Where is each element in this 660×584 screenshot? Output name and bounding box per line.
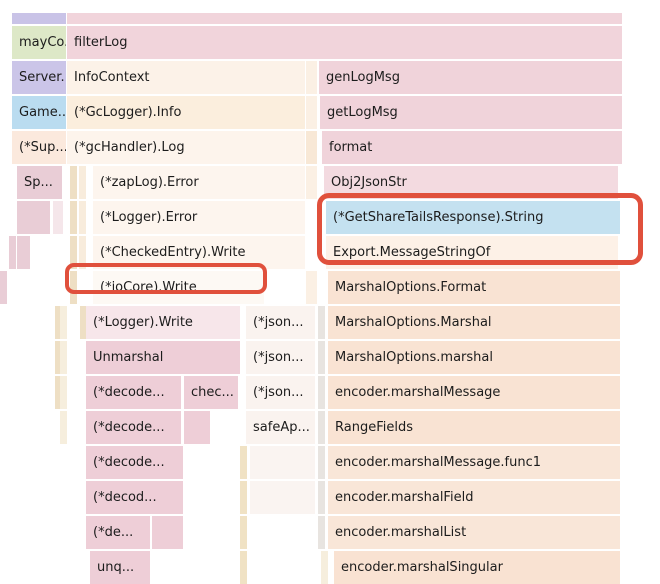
flame-cell-checkedentry-write[interactable]: (*CheckedEntry).Write xyxy=(93,236,305,269)
flame-cell-encoder-marshalfield[interactable]: encoder.marshalField xyxy=(328,481,620,514)
flame-cell-unmarshal[interactable]: Unmarshal xyxy=(86,341,240,374)
flame-cell-zaplog-error[interactable]: (*zapLog).Error xyxy=(93,166,305,199)
flame-cell-sp[interactable]: Sp... xyxy=(17,166,62,199)
flame-frame-sliver[interactable] xyxy=(152,516,183,549)
flame-frame-sliver[interactable] xyxy=(53,201,63,234)
flame-frame-sliver[interactable] xyxy=(60,376,67,409)
flame-frame-sliver[interactable] xyxy=(60,306,67,339)
flame-cell-encoder-marshalmessage-func1[interactable]: encoder.marshalMessage.func1 xyxy=(328,446,620,479)
flame-cell-format[interactable]: format xyxy=(322,131,622,164)
flame-frame-sliver[interactable] xyxy=(250,446,315,479)
flame-cell-obj2jsonstr[interactable]: Obj2JsonStr xyxy=(324,166,618,199)
flame-frame-sliver[interactable] xyxy=(318,446,325,479)
flame-cell-gchandler-log[interactable]: (*gcHandler).Log xyxy=(67,131,305,164)
flame-cell-rangefields[interactable]: RangeFields xyxy=(328,411,620,444)
flame-frame-sliver[interactable] xyxy=(9,236,16,269)
flame-frame-sliver[interactable] xyxy=(240,516,247,549)
flame-frame-sliver[interactable] xyxy=(306,131,317,164)
flame-cell-infocontext[interactable]: InfoContext xyxy=(67,61,305,94)
flame-frame-sliver[interactable] xyxy=(79,201,86,234)
flame-frame-sliver[interactable] xyxy=(240,551,247,584)
flame-frame-sliver[interactable] xyxy=(17,236,30,269)
flame-cell-json[interactable]: (*json... xyxy=(246,306,315,339)
flame-cell-decode[interactable]: (*decode... xyxy=(86,376,181,409)
flame-cell-genlogmsg[interactable]: genLogMsg xyxy=(319,61,622,94)
flame-cell-logger-write[interactable]: (*Logger).Write xyxy=(86,306,240,339)
flame-cell-decod[interactable]: (*decod... xyxy=(86,481,183,514)
flame-frame-sliver[interactable] xyxy=(250,481,315,514)
flame-frame-sliver[interactable] xyxy=(17,201,50,234)
flame-frame-sliver[interactable] xyxy=(318,306,325,339)
flame-cell-getsharetailsresponse-string[interactable]: (*GetShareTailsResponse).String xyxy=(326,201,620,234)
flame-cell-safeap[interactable]: safeAp... xyxy=(246,411,315,444)
flame-cell-getlogmsg[interactable]: getLogMsg xyxy=(320,96,622,129)
flame-cell-iocore-write[interactable]: (*ioCore).Write xyxy=(93,271,264,304)
flame-cell-mayco[interactable]: mayCo... xyxy=(12,26,66,59)
flame-cell-json[interactable]: (*json... xyxy=(246,376,315,409)
flame-cell-encoder-marshalmessage[interactable]: encoder.marshalMessage xyxy=(328,376,620,409)
flame-cell-marshaloptions-marshal[interactable]: MarshalOptions.Marshal xyxy=(328,306,620,339)
flame-frame-sliver[interactable] xyxy=(240,446,247,479)
flame-frame-sliver[interactable] xyxy=(318,341,325,374)
flame-frame-sliver[interactable] xyxy=(70,236,77,269)
flame-cell-encoder-marshalsingular[interactable]: encoder.marshalSingular xyxy=(334,551,620,584)
flame-frame-sliver[interactable] xyxy=(306,166,317,199)
flame-cell-game[interactable]: Game... xyxy=(12,96,66,129)
flame-cell-export-messagestringof[interactable]: Export.MessageStringOf xyxy=(326,236,618,269)
flame-cell-encoder-marshallist[interactable]: encoder.marshalList xyxy=(328,516,620,549)
flame-cell-json[interactable]: (*json... xyxy=(246,341,315,374)
flame-cell-filterlog[interactable]: filterLog xyxy=(67,26,622,59)
flame-frame-sliver[interactable] xyxy=(60,411,67,444)
flame-frame-sliver[interactable] xyxy=(321,551,328,584)
flamegraph-canvas: mayCo...filterLogServer...InfoContext gen… xyxy=(0,0,660,584)
flame-frame-sliver[interactable] xyxy=(70,201,77,234)
flame-frame-sliver[interactable] xyxy=(240,481,247,514)
flame-frame-sliver[interactable] xyxy=(318,376,325,409)
flame-frame-sliver[interactable] xyxy=(67,13,622,24)
flame-cell-logger-error[interactable]: (*Logger).Error xyxy=(93,201,305,234)
flame-frame-sliver[interactable] xyxy=(12,13,66,24)
flame-frame-sliver[interactable] xyxy=(306,61,317,94)
flame-frame-sliver[interactable] xyxy=(79,166,86,199)
flame-cell-unq[interactable]: unq... xyxy=(90,551,150,584)
flame-frame-sliver[interactable] xyxy=(318,411,325,444)
flame-frame-sliver[interactable] xyxy=(318,481,325,514)
flame-frame-sliver[interactable] xyxy=(70,271,77,304)
flame-cell-sup[interactable]: (*Sup... xyxy=(12,131,66,164)
flame-frame-sliver[interactable] xyxy=(306,96,317,129)
flame-cell-de[interactable]: (*de... xyxy=(86,516,150,549)
flame-frame-sliver[interactable] xyxy=(306,271,317,304)
flame-frame-sliver[interactable] xyxy=(60,341,67,374)
flame-frame-sliver[interactable] xyxy=(318,516,325,549)
flame-cell-decode[interactable]: (*decode... xyxy=(86,411,181,444)
flame-cell-decode[interactable]: (*decode... xyxy=(86,446,183,479)
flame-frame-sliver[interactable] xyxy=(79,236,86,269)
flame-cell-marshaloptions-marshal[interactable]: MarshalOptions.marshal xyxy=(328,341,620,374)
flame-cell-marshaloptions-format[interactable]: MarshalOptions.Format xyxy=(328,271,620,304)
flame-cell-server[interactable]: Server... xyxy=(12,61,66,94)
flame-frame-sliver[interactable] xyxy=(184,411,210,444)
flame-cell-chec[interactable]: chec... xyxy=(184,376,238,409)
flame-frame-sliver[interactable] xyxy=(70,166,77,199)
flame-cell-gclogger-info[interactable]: (*GcLogger).Info xyxy=(67,96,305,129)
flame-frame-sliver[interactable] xyxy=(0,271,7,304)
